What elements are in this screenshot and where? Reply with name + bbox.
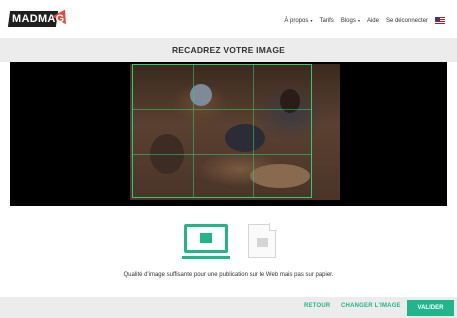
crop-grid-line xyxy=(253,65,254,197)
document-fold xyxy=(269,223,277,231)
madmag-logo[interactable]: MADMAG xyxy=(7,5,72,29)
uploaded-photo xyxy=(130,64,340,200)
crop-grid-line xyxy=(133,109,311,110)
page-title-bar: RECADREZ VOTRE IMAGE xyxy=(0,38,457,62)
monitor-icon xyxy=(182,222,230,260)
crop-grid-line xyxy=(133,154,311,155)
nav-item-label: Aide xyxy=(366,17,379,24)
nav-item-label: Se déconnecter xyxy=(385,17,428,24)
quality-indicator xyxy=(0,222,457,264)
top-navbar: MADMAG À propos ▾ Tarifs Blogs ▾ Aide Se… xyxy=(0,0,457,36)
nav-item-a-propos[interactable]: À propos ▾ xyxy=(284,18,312,24)
validate-button[interactable]: VALIDER xyxy=(407,300,454,316)
nav-item-aide[interactable]: Aide xyxy=(367,18,379,24)
page-title: RECADREZ VOTRE IMAGE xyxy=(171,45,286,55)
crop-frame[interactable] xyxy=(132,64,312,198)
nav-item-label: À propos xyxy=(284,17,309,24)
chevron-down-icon: ▾ xyxy=(356,17,360,23)
nav-item-blogs[interactable]: Blogs ▾ xyxy=(341,18,360,24)
crop-stage xyxy=(10,62,447,206)
footer-actions: RETOUR CHANGER L'IMAGE VALIDER xyxy=(0,297,457,318)
nav-item-tarifs[interactable]: Tarifs xyxy=(319,18,333,24)
nav-item-label: Blogs xyxy=(340,17,356,24)
monitor-base xyxy=(182,256,230,259)
crop-grid-line xyxy=(193,65,194,197)
document-icon xyxy=(248,223,277,258)
image-icon xyxy=(200,233,212,243)
chevron-down-icon: ▾ xyxy=(309,17,313,23)
us-flag-icon[interactable] xyxy=(435,17,445,24)
image-icon xyxy=(257,238,268,247)
nav-item-se-deconnecter[interactable]: Se déconnecter xyxy=(386,18,428,24)
back-button[interactable]: RETOUR xyxy=(304,303,330,309)
main-nav: À propos ▾ Tarifs Blogs ▾ Aide Se déconn… xyxy=(284,17,445,24)
logo-text: MADMAG xyxy=(12,13,65,25)
quality-message: Qualité d'image suffisante pour une publ… xyxy=(123,272,334,278)
change-image-button[interactable]: CHANGER L'IMAGE xyxy=(341,303,401,309)
nav-item-label: Tarifs xyxy=(319,17,334,24)
